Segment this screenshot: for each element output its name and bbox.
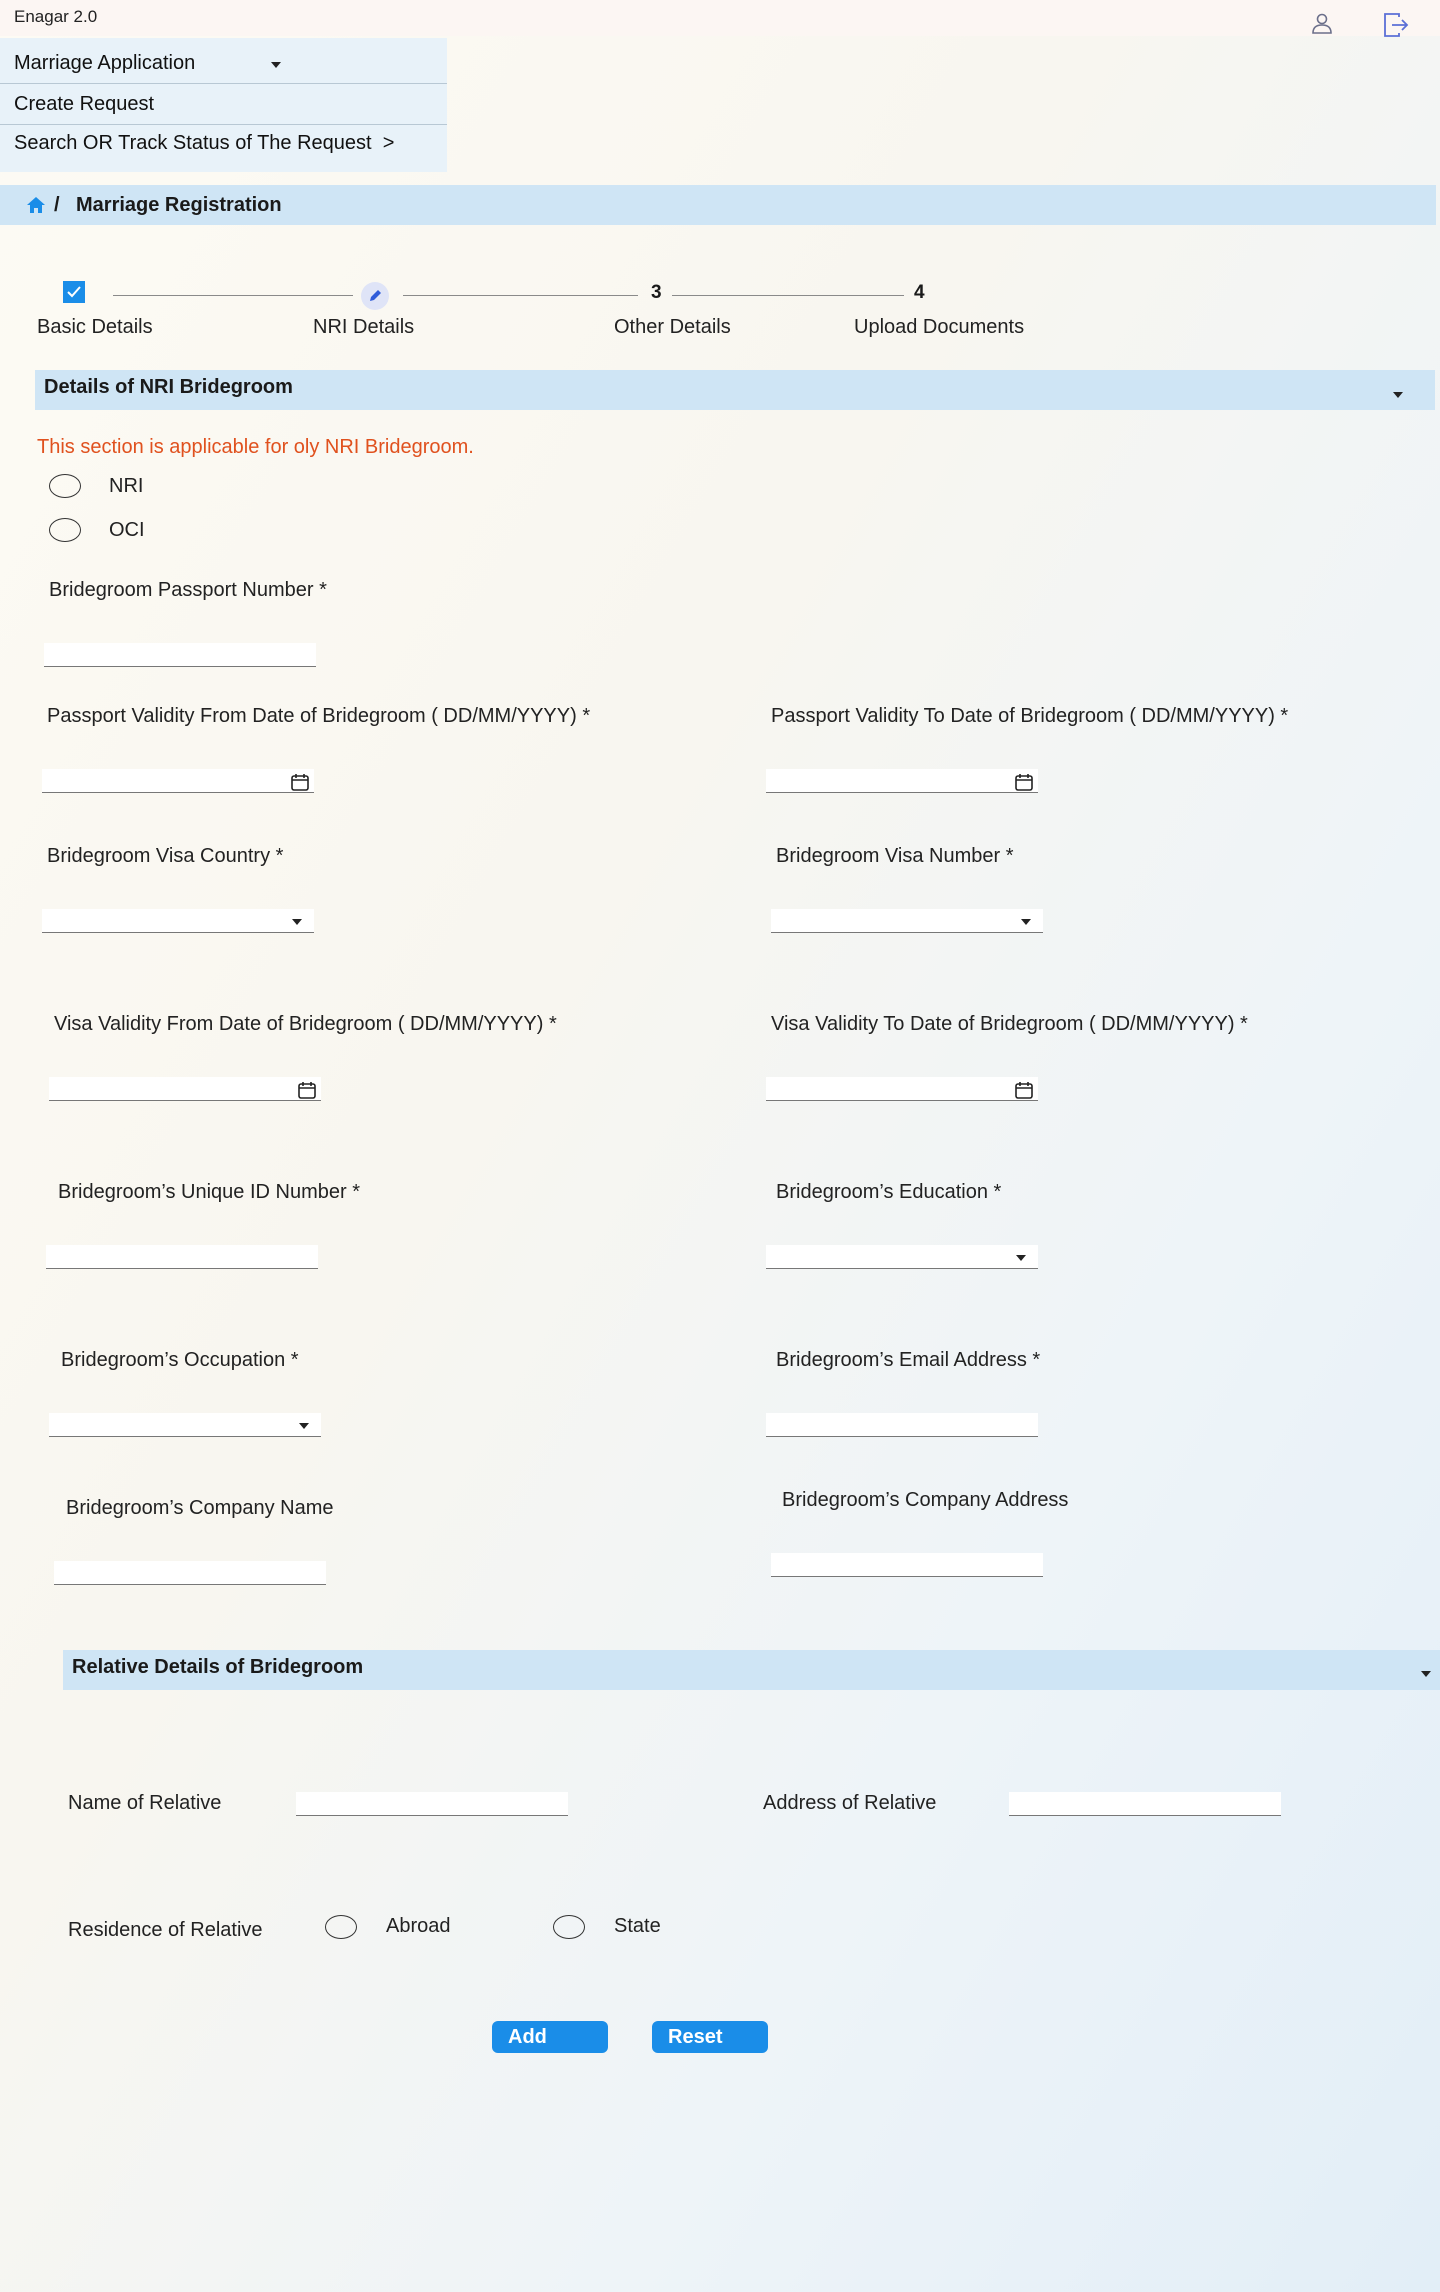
radio-abroad[interactable]	[325, 1915, 357, 1939]
unique-id-input[interactable]	[46, 1245, 318, 1269]
chevron-down-icon[interactable]	[1393, 392, 1403, 398]
step-connector	[672, 295, 904, 296]
step-connector	[113, 295, 353, 296]
visa-number-label: Bridegroom Visa Number *	[776, 845, 1014, 867]
step-connector	[403, 295, 638, 296]
menu-divider	[0, 124, 447, 125]
radio-nri[interactable]	[49, 474, 81, 498]
radio-oci-label: OCI	[109, 519, 145, 541]
radio-state[interactable]	[553, 1915, 585, 1939]
radio-nri-label: NRI	[109, 475, 144, 497]
email-label: Bridegroom’s Email Address *	[776, 1349, 1041, 1371]
calendar-icon[interactable]	[1014, 772, 1034, 792]
visa-country-label: Bridegroom Visa Country *	[47, 845, 284, 867]
passport-from-date-input[interactable]	[42, 769, 314, 793]
calendar-icon[interactable]	[1014, 1080, 1034, 1100]
education-select[interactable]	[766, 1245, 1038, 1269]
notice-text: This section is applicable for oly NRI B…	[37, 436, 474, 458]
passport-number-input[interactable]	[44, 643, 316, 667]
occupation-label: Bridegroom’s Occupation *	[61, 1349, 299, 1371]
visa-from-date-input[interactable]	[49, 1077, 321, 1101]
passport-from-label: Passport Validity From Date of Bridegroo…	[47, 705, 591, 727]
relative-name-input[interactable]	[296, 1792, 568, 1816]
company-name-label: Bridegroom’s Company Name	[66, 1497, 334, 1519]
company-address-input[interactable]	[771, 1553, 1043, 1577]
chevron-down-icon[interactable]	[1016, 1255, 1026, 1261]
education-label: Bridegroom’s Education *	[776, 1181, 1002, 1203]
add-button[interactable]: Add	[492, 2021, 608, 2053]
top-bar	[0, 0, 1440, 36]
breadcrumb-separator: /	[54, 194, 60, 216]
menu-item-search-track[interactable]: Search OR Track Status of The Request >	[14, 132, 394, 155]
step-number: 4	[914, 282, 925, 303]
visa-country-select[interactable]	[42, 909, 314, 933]
menu-item-label: Search OR Track Status of The Request	[14, 132, 372, 154]
residence-label: Residence of Relative	[68, 1919, 263, 1941]
passport-number-label: Bridegroom Passport Number *	[49, 579, 327, 601]
visa-number-select[interactable]	[771, 909, 1043, 933]
unique-id-label: Bridegroom’s Unique ID Number *	[58, 1181, 360, 1203]
calendar-icon[interactable]	[297, 1080, 317, 1100]
chevron-down-icon[interactable]	[299, 1423, 309, 1429]
step-nri-details[interactable]: NRI Details	[313, 316, 414, 339]
company-address-label: Bridegroom’s Company Address	[782, 1489, 1069, 1511]
step-upload-documents[interactable]: Upload Documents	[854, 316, 1024, 339]
visa-to-label: Visa Validity To Date of Bridegroom ( DD…	[771, 1013, 1248, 1035]
chevron-down-icon[interactable]	[1421, 1671, 1431, 1677]
menu-item-label: Marriage Application	[14, 52, 196, 74]
relative-address-input[interactable]	[1009, 1792, 1281, 1816]
menu-divider	[0, 83, 447, 84]
radio-abroad-label: Abroad	[386, 1915, 451, 1937]
passport-to-label: Passport Validity To Date of Bridegroom …	[771, 705, 1289, 727]
app-title: Enagar 2.0	[14, 7, 98, 26]
menu-item-create-request[interactable]: Create Request	[14, 93, 154, 116]
chevron-down-icon[interactable]	[292, 919, 302, 925]
email-input[interactable]	[766, 1413, 1038, 1437]
company-name-input[interactable]	[54, 1561, 326, 1585]
radio-oci[interactable]	[49, 518, 81, 542]
chevron-right-icon: >	[382, 132, 395, 154]
reset-button[interactable]: Reset	[652, 2021, 768, 2053]
radio-state-label: State	[614, 1915, 661, 1937]
user-icon[interactable]	[1310, 11, 1336, 37]
menu-item-marriage-application[interactable]: Marriage Application	[14, 52, 195, 75]
check-icon	[63, 281, 85, 303]
breadcrumb-current: Marriage Registration	[76, 194, 282, 216]
step-basic-details[interactable]: Basic Details	[37, 316, 153, 339]
home-icon[interactable]	[26, 196, 46, 219]
occupation-select[interactable]	[49, 1413, 321, 1437]
passport-to-date-input[interactable]	[766, 769, 1038, 793]
relative-section-title: Relative Details of Bridegroom	[72, 1656, 364, 1678]
calendar-icon[interactable]	[290, 772, 310, 792]
chevron-down-icon[interactable]	[1021, 919, 1031, 925]
logout-icon[interactable]	[1382, 11, 1409, 37]
visa-to-date-input[interactable]	[766, 1077, 1038, 1101]
relative-name-label: Name of Relative	[68, 1792, 222, 1814]
step-number: 3	[651, 282, 662, 303]
pencil-icon	[361, 282, 389, 310]
nri-section-title: Details of NRI Bridegroom	[44, 376, 293, 398]
step-other-details[interactable]: Other Details	[614, 316, 731, 339]
relative-address-label: Address of Relative	[763, 1792, 937, 1814]
chevron-down-icon[interactable]	[271, 62, 281, 68]
visa-from-label: Visa Validity From Date of Bridegroom ( …	[54, 1013, 557, 1035]
